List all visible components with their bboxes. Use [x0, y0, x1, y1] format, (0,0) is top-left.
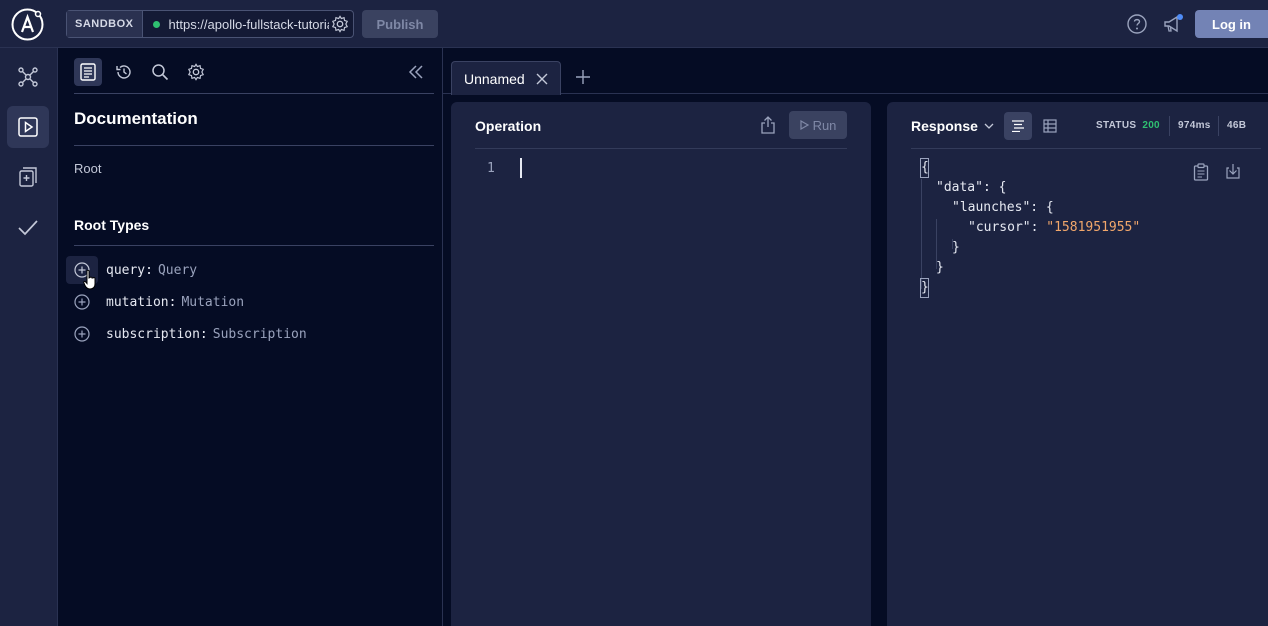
divider [74, 245, 434, 246]
connection-status-dot [152, 20, 160, 28]
json-key: "cursor": [968, 220, 1047, 235]
document-icon [80, 63, 96, 81]
field-type[interactable]: Subscription [213, 327, 307, 342]
megaphone-icon[interactable] [1162, 13, 1184, 35]
left-nav-rail [0, 48, 58, 626]
nav-schema[interactable] [7, 56, 49, 98]
nav-checks[interactable] [7, 206, 49, 248]
login-button[interactable]: Log in [1195, 10, 1268, 38]
json-line: } [936, 260, 944, 275]
divider [911, 148, 1261, 149]
operation-panel: Operation Run 1 [451, 102, 871, 626]
response-size: 46B [1227, 120, 1247, 131]
add-field-button[interactable] [66, 288, 98, 316]
divider [1218, 116, 1219, 136]
status-badge: STATUS 200 [1096, 120, 1160, 131]
root-type-subscription[interactable]: subscription: Subscription [66, 320, 307, 348]
text-lines-icon [1012, 120, 1024, 132]
tab-label: Unnamed [464, 70, 525, 87]
history-icon [116, 65, 131, 79]
status-label: STATUS [1096, 120, 1137, 131]
run-button[interactable]: Run [789, 111, 847, 139]
field-name: mutation: [106, 294, 177, 310]
nav-explorer[interactable] [7, 106, 49, 148]
share-icon[interactable] [759, 116, 777, 134]
clipboard-icon[interactable] [1193, 163, 1209, 181]
search-icon [152, 64, 169, 81]
close-icon[interactable] [536, 73, 548, 85]
json-line: "cursor": "1581951955" [968, 220, 1140, 235]
new-tab-plus-icon[interactable] [575, 69, 591, 85]
json-string-value: "1581951955" [1046, 220, 1141, 235]
editor-caret[interactable] [520, 158, 522, 178]
nav-changes[interactable] [7, 156, 49, 198]
publish-button[interactable]: Publish [362, 10, 438, 38]
plus-circle-icon [74, 326, 90, 342]
json-line: } [952, 240, 960, 255]
documentation-panel: Documentation Root Root Types query: Que… [58, 48, 443, 626]
help-icon[interactable] [1127, 14, 1147, 34]
divider [74, 93, 434, 94]
docs-title: Documentation [74, 109, 198, 128]
pointer-cursor-icon [83, 270, 96, 290]
check-icon [18, 220, 38, 236]
json-line: "launches": { [952, 200, 1054, 215]
endpoint-url-input[interactable]: https://apollo-fullstack-tutorial [169, 17, 329, 32]
docs-tab-history[interactable] [110, 58, 138, 86]
explorer-icon [18, 117, 38, 137]
table-icon [1043, 119, 1057, 133]
field-name: query: [106, 262, 153, 278]
divider [74, 145, 434, 146]
play-icon [799, 120, 809, 130]
indent-guide [921, 179, 922, 289]
download-icon[interactable] [1225, 163, 1241, 179]
docs-tab-search[interactable] [146, 58, 174, 86]
section-title: Root Types [74, 217, 150, 233]
field-type[interactable]: Query [158, 263, 197, 278]
field-name: subscription: [106, 326, 208, 342]
json-line: { [921, 160, 929, 175]
docs-tab-documentation[interactable] [74, 58, 102, 86]
operation-tabs: Unnamed [443, 48, 1268, 95]
json-line: } [921, 280, 929, 295]
field-type[interactable]: Mutation [181, 295, 244, 310]
top-bar: SANDBOX https://apollo-fullstack-tutoria… [0, 0, 1268, 48]
status-code: 200 [1142, 120, 1160, 131]
plus-circle-icon [74, 294, 90, 310]
endpoint-selector[interactable]: SANDBOX https://apollo-fullstack-tutoria… [66, 10, 354, 38]
line-number: 1 [487, 161, 495, 176]
response-title: Response [911, 118, 978, 134]
docs-toolbar [74, 58, 210, 86]
response-panel: Response STATUS 200 974ms 46B { "data": { [887, 102, 1268, 626]
breadcrumb[interactable]: Root [74, 161, 101, 176]
sandbox-label: SANDBOX [67, 11, 143, 37]
tab-unnamed[interactable]: Unnamed [451, 61, 561, 95]
docs-tab-settings[interactable] [182, 58, 210, 86]
table-view-button[interactable] [1036, 112, 1064, 140]
schema-icon [18, 67, 38, 87]
checks-icon [19, 167, 37, 187]
run-label: Run [812, 117, 837, 133]
json-view-button[interactable] [1004, 112, 1032, 140]
response-time: 974ms [1178, 120, 1211, 131]
operation-title: Operation [475, 118, 542, 134]
divider [1169, 116, 1170, 136]
add-field-button[interactable] [66, 320, 98, 348]
gear-icon[interactable] [331, 15, 349, 33]
collapse-panel-icon[interactable] [406, 62, 426, 82]
json-line: "data": { [936, 180, 1007, 195]
response-view-dropdown[interactable]: Response [911, 118, 994, 134]
divider [475, 148, 847, 149]
gear-icon [187, 63, 205, 81]
apollo-logo-icon[interactable] [11, 8, 44, 41]
chevron-down-icon [984, 123, 994, 129]
root-type-mutation[interactable]: mutation: Mutation [66, 288, 244, 316]
